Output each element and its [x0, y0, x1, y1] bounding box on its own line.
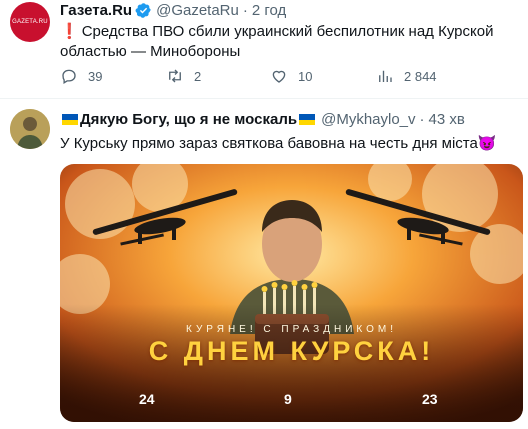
views-count: 2 844: [404, 68, 437, 84]
like-icon: [272, 70, 286, 83]
verified-badge-icon: [135, 2, 152, 19]
poster-subtitle: КУРЯНЕ! С ПРАЗДНИКОМ!: [186, 324, 397, 335]
avatar-portrait: [10, 109, 50, 149]
tweet-mykhaylo[interactable]: Дякую Богу, що я не москаль @Mykhaylo_v …: [0, 99, 528, 429]
views-button[interactable]: 2 844: [376, 67, 437, 85]
action-bar: 39 2 10 2 844: [60, 67, 480, 91]
tweet-gazeta[interactable]: GAZETA.RU Газета.Ru @GazetaRu · 2 год ❗ С…: [0, 0, 528, 99]
like-button[interactable]: 10: [270, 67, 312, 85]
ukraine-flag-icon: [299, 114, 316, 125]
reply-button[interactable]: 39: [60, 67, 102, 85]
poster-month: 9: [284, 391, 292, 407]
avatar[interactable]: GAZETA.RU: [10, 2, 50, 42]
reply-count: 39: [88, 68, 103, 84]
retweet-icon: [169, 69, 181, 83]
exclamation-emoji: ❗: [60, 23, 79, 40]
ukraine-flag-icon: [62, 114, 78, 125]
tweet-body: Средства ПВО сбили украинский беспилотни…: [60, 23, 494, 60]
author-name[interactable]: Газета.Ru: [60, 2, 132, 19]
timestamp[interactable]: 43 хв: [429, 111, 465, 128]
poster-image: [60, 164, 523, 422]
author-handle[interactable]: @GazetaRu: [156, 2, 239, 19]
avatar[interactable]: [10, 109, 50, 149]
tweet-body: У Курську прямо зараз святкова бавовна н…: [60, 135, 478, 152]
views-icon: [379, 70, 392, 82]
separator: ·: [419, 111, 425, 128]
tweet-text: У Курську прямо зараз святкова бавовна н…: [60, 134, 520, 154]
timestamp[interactable]: 2 год: [252, 2, 286, 19]
tweet-header: Дякую Богу, що я не москаль @Mykhaylo_v …: [60, 111, 465, 128]
reply-icon: [62, 69, 76, 84]
tweet-image[interactable]: КУРЯНЕ! С ПРАЗДНИКОМ! С ДНЕМ КУРСКА! 24 …: [60, 164, 523, 422]
author-name[interactable]: Дякую Богу, що я не москаль: [80, 111, 297, 128]
tweet-header: Газета.Ru @GazetaRu · 2 год: [60, 2, 286, 19]
poster-year: 23: [422, 391, 438, 407]
devil-emoji: 😈: [477, 135, 497, 152]
avatar-logo-text: GAZETA.RU: [12, 19, 48, 25]
retweet-count: 2: [194, 68, 202, 84]
like-count: 10: [298, 68, 313, 84]
separator: ·: [242, 2, 248, 19]
poster-title: С ДНЕМ КУРСКА!: [148, 336, 435, 366]
author-handle[interactable]: @Mykhaylo_v: [321, 111, 415, 128]
tweet-text: ❗ Средства ПВО сбили украинский беспилотн…: [60, 22, 520, 62]
retweet-button[interactable]: 2: [166, 67, 201, 85]
poster-day: 24: [139, 391, 155, 407]
